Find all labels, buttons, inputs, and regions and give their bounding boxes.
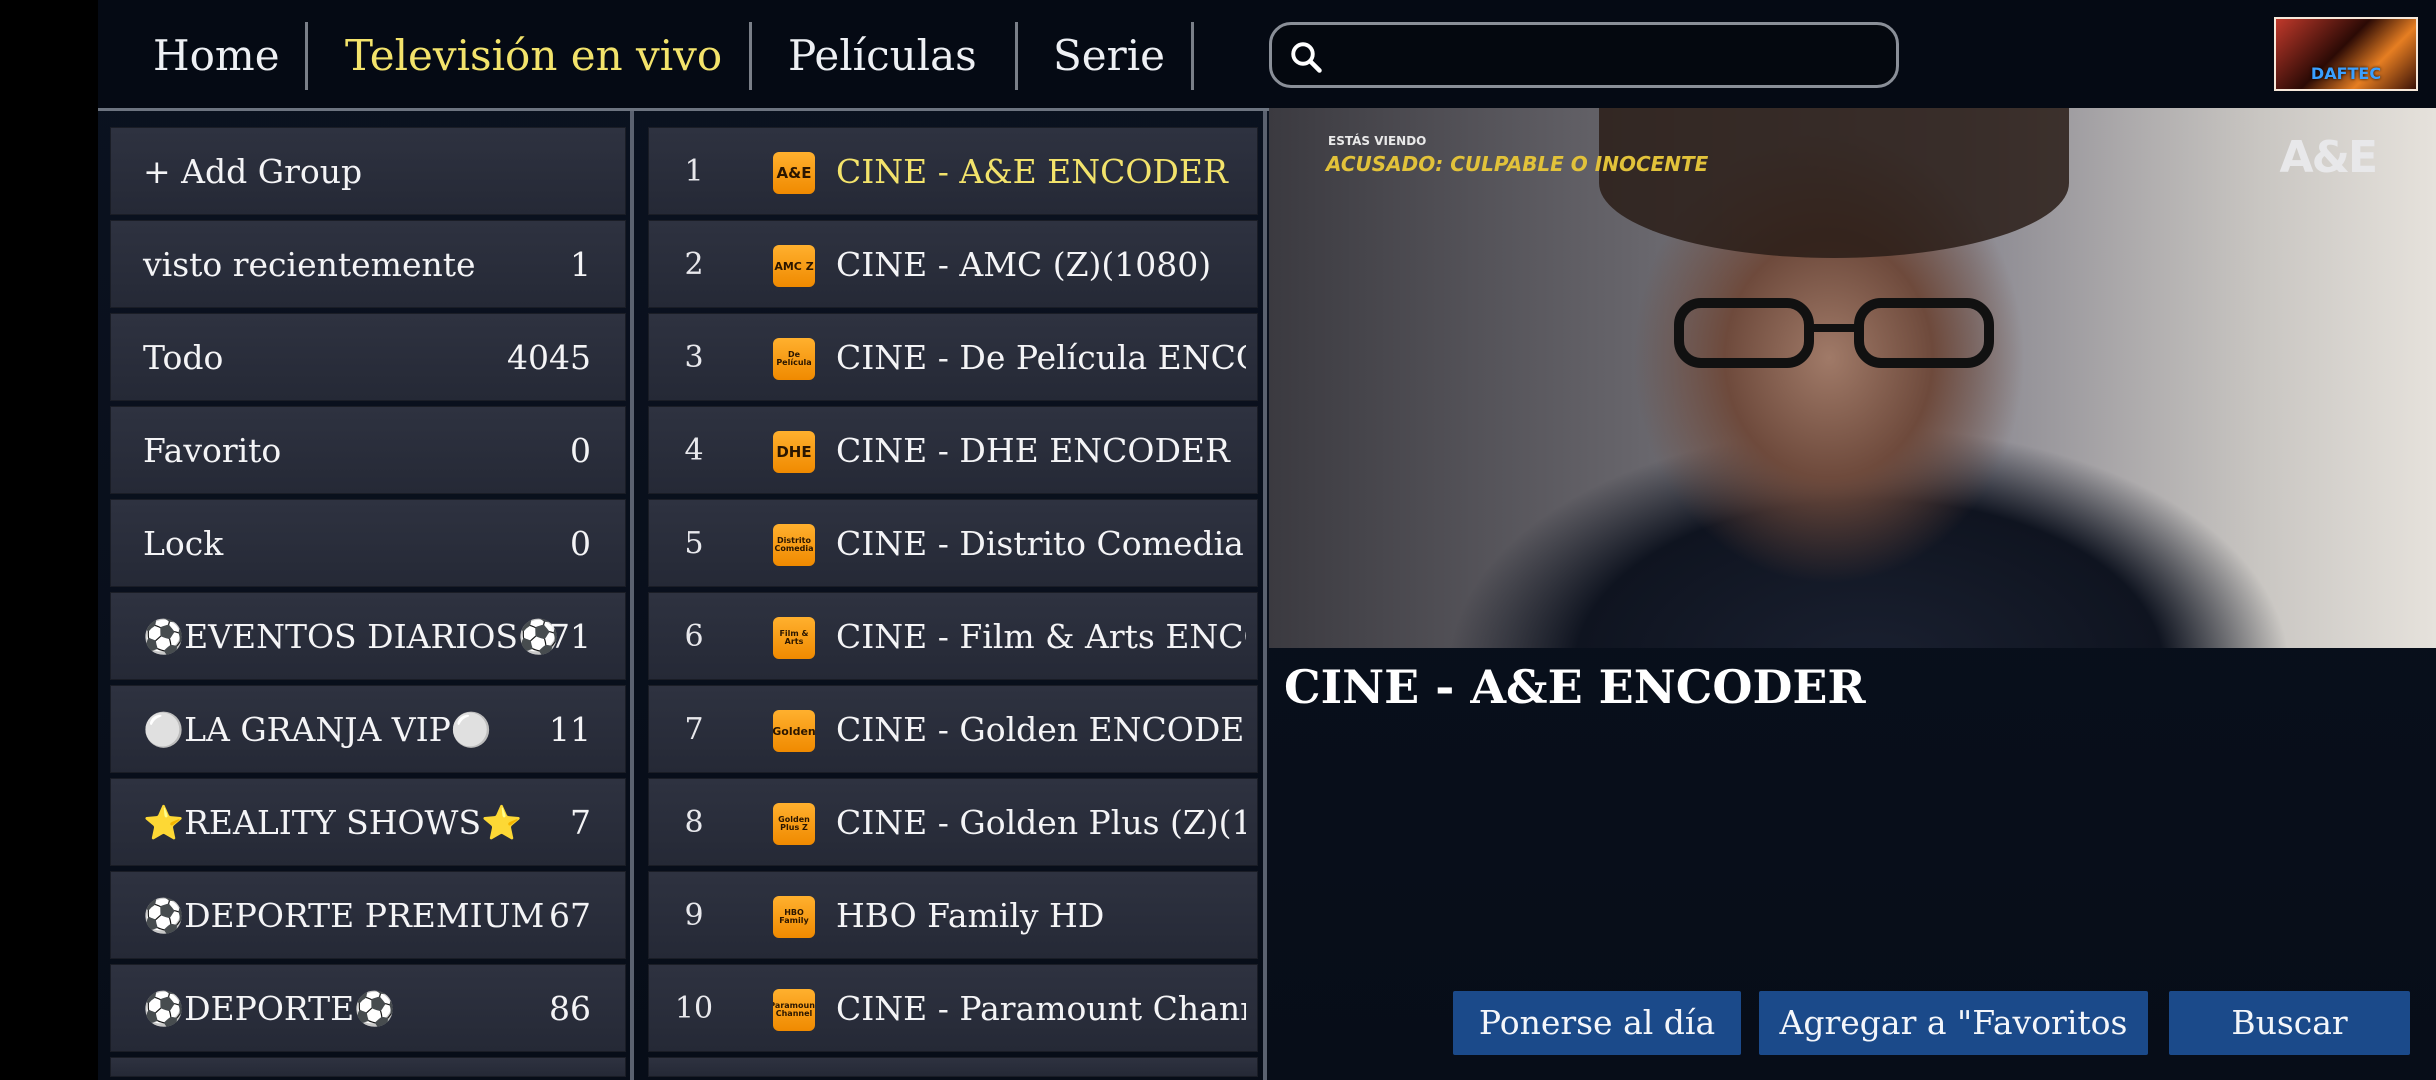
add-favorites-button[interactable]: Agregar a "Favoritos	[1759, 991, 2148, 1055]
group-count: 0	[570, 524, 591, 563]
channel-name: CINE - Golden Plus (Z)(10.	[836, 803, 1246, 842]
nav-home[interactable]: Home	[153, 22, 280, 90]
nav-live-tv[interactable]: Televisión en vivo	[345, 22, 722, 90]
group-label: Todo	[143, 338, 224, 377]
channel-name: CINE - Paramount Channe	[836, 989, 1246, 1028]
group-label: ⚽DEPORTE PREMIUM	[143, 896, 545, 935]
channel-name: CINE - A&E ENCODER	[836, 152, 1228, 191]
group-count: 0	[570, 431, 591, 470]
channel-logo-icon: De Película	[773, 338, 815, 380]
channel-name: CINE - AMC (Z)(1080)	[836, 245, 1212, 284]
channel-item[interactable]: 7 Golden CINE - Golden ENCODER	[648, 685, 1258, 773]
nav-separator	[1015, 22, 1018, 90]
catch-up-button[interactable]: Ponerse al día	[1453, 991, 1741, 1055]
group-label: ⚽DEPORTE⚽	[143, 989, 396, 1028]
group-item[interactable]	[110, 1057, 626, 1077]
channel-number: 1	[684, 154, 704, 189]
video-preview[interactable]: ESTÁS VIENDO ACUSADO: CULPABLE O INOCENT…	[1269, 108, 2436, 648]
group-item[interactable]: ⚪LA GRANJA VIP⚪ 11	[110, 685, 626, 773]
top-nav: Home Televisión en vivo Películas Serie …	[98, 0, 2436, 108]
channel-logo-icon: Paramount Channel	[773, 989, 815, 1031]
group-item[interactable]: ⭐REALITY SHOWS⭐ 7	[110, 778, 626, 866]
group-count: 1	[570, 245, 591, 284]
channel-item[interactable]: 8 Golden Plus Z CINE - Golden Plus (Z)(10.	[648, 778, 1258, 866]
channel-logo-icon: Film & Arts	[773, 617, 815, 659]
group-count: 7	[570, 803, 591, 842]
column-divider	[630, 111, 634, 1080]
channel-watermark: A&E	[2279, 132, 2378, 183]
group-label: ⚪LA GRANJA VIP⚪	[143, 710, 492, 749]
video-frame-shape	[1599, 108, 2069, 258]
nav-separator	[1191, 22, 1194, 90]
channel-number: 10	[674, 991, 714, 1026]
channel-name: CINE - Distrito Comedia E	[836, 524, 1246, 563]
now-playing-title: CINE - A&E ENCODER	[1284, 660, 1866, 714]
group-item[interactable]: Favorito 0	[110, 406, 626, 494]
group-item[interactable]: ⚽DEPORTE PREMIUM 67	[110, 871, 626, 959]
channel-name: CINE - Film & Arts ENCO	[836, 617, 1246, 656]
group-count: 67	[549, 896, 591, 935]
group-item[interactable]: visto recientemente 1	[110, 220, 626, 308]
channel-number: 6	[684, 619, 704, 654]
channel-item[interactable]: 6 Film & Arts CINE - Film & Arts ENCO	[648, 592, 1258, 680]
channel-item[interactable]: 9 HBO Family HBO Family HD	[648, 871, 1258, 959]
group-item[interactable]: ⚽DEPORTE⚽ 86	[110, 964, 626, 1052]
nav-separator	[305, 22, 308, 90]
channel-number: 9	[684, 898, 704, 933]
group-label: Favorito	[143, 431, 282, 470]
channel-number: 8	[684, 805, 704, 840]
group-count: 4045	[507, 338, 591, 377]
group-item[interactable]: Todo 4045	[110, 313, 626, 401]
channel-name: CINE - Golden ENCODER	[836, 710, 1246, 749]
channel-logo-icon: HBO Family	[773, 896, 815, 938]
channel-item[interactable]: 3 De Película CINE - De Película ENCO	[648, 313, 1258, 401]
column-divider	[1263, 111, 1267, 1080]
channel-number: 5	[684, 526, 704, 561]
channel-logo-icon: Distrito Comedia	[773, 524, 815, 566]
group-label: ⚽EVENTOS DIARIOS⚽	[143, 617, 560, 656]
group-item[interactable]: Lock 0	[110, 499, 626, 587]
channel-item[interactable]: 4 DHE CINE - DHE ENCODER	[648, 406, 1258, 494]
channel-logo-icon: A&E	[773, 152, 815, 194]
channel-name: CINE - De Película ENCO	[836, 338, 1246, 377]
channel-logo-icon: AMC Z	[773, 245, 815, 287]
channel-item[interactable]: 2 AMC Z CINE - AMC (Z)(1080)	[648, 220, 1258, 308]
show-title: ACUSADO: CULPABLE O INOCENTE	[1326, 152, 1709, 176]
nav-movies[interactable]: Películas	[788, 22, 977, 90]
group-label: + Add Group	[143, 152, 363, 191]
group-label: visto recientemente	[143, 245, 476, 284]
search-icon	[1291, 42, 1322, 73]
group-count: 71	[549, 617, 591, 656]
channel-item[interactable]: 1 A&E CINE - A&E ENCODER	[648, 127, 1258, 215]
brand-logo-text: DAFTEC	[2310, 64, 2382, 83]
search-button[interactable]: Buscar	[2169, 991, 2410, 1055]
channel-item[interactable]: 5 Distrito Comedia CINE - Distrito Comedia…	[648, 499, 1258, 587]
group-count: 86	[549, 989, 591, 1028]
group-label: ⭐REALITY SHOWS⭐	[143, 803, 523, 842]
group-count: 11	[549, 710, 591, 749]
iptv-app: Home Televisión en vivo Películas Serie …	[98, 0, 2436, 1080]
channel-number: 2	[684, 247, 704, 282]
group-label: Lock	[143, 524, 224, 563]
search-input[interactable]	[1269, 22, 1899, 88]
brand-logo: DAFTEC	[2274, 17, 2418, 91]
nav-separator	[749, 22, 752, 90]
channel-number: 7	[684, 712, 704, 747]
nav-series[interactable]: Serie	[1053, 22, 1165, 90]
channel-item[interactable]	[648, 1057, 1258, 1077]
group-item[interactable]: + Add Group	[110, 127, 626, 215]
channel-logo-icon: Golden	[773, 710, 815, 752]
watching-label: ESTÁS VIENDO	[1328, 134, 1427, 148]
channel-logo-icon: Golden Plus Z	[773, 803, 815, 845]
channel-item[interactable]: 10 Paramount Channel CINE - Paramount Chan…	[648, 964, 1258, 1052]
video-frame-shape	[1674, 298, 1994, 368]
channel-name: CINE - DHE ENCODER	[836, 431, 1230, 470]
channel-name: HBO Family HD	[836, 896, 1105, 935]
channel-number: 3	[684, 340, 704, 375]
channel-number: 4	[684, 433, 704, 468]
group-item[interactable]: ⚽EVENTOS DIARIOS⚽ 71	[110, 592, 626, 680]
channel-logo-icon: DHE	[773, 431, 815, 473]
